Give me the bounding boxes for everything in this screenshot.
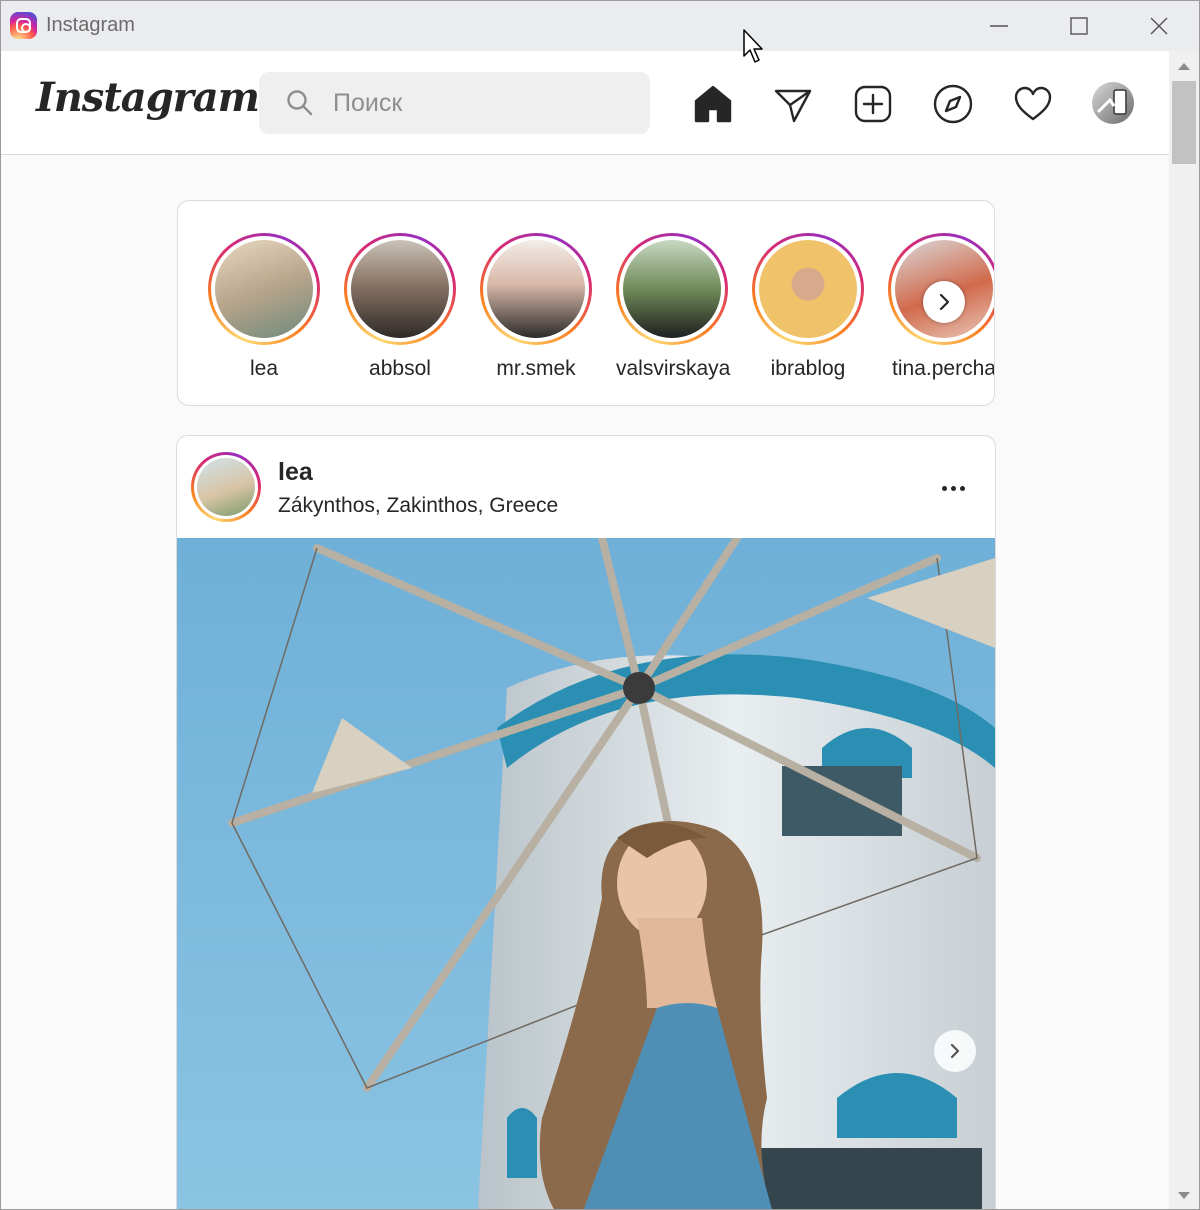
search-box[interactable]: [259, 72, 650, 134]
story-avatar: [351, 240, 449, 338]
story-avatar: [759, 240, 857, 338]
post-location[interactable]: Zákynthos, Zakinthos, Greece: [278, 494, 558, 518]
scroll-thumb[interactable]: [1172, 81, 1196, 164]
post-image[interactable]: [177, 538, 995, 1209]
instagram-app-icon: [10, 12, 37, 39]
story-username: valsvirskaya: [616, 357, 731, 380]
scroll-down-arrow-icon[interactable]: [1178, 1192, 1190, 1199]
post-carousel-next-button[interactable]: [934, 1030, 976, 1072]
story-avatar: [487, 240, 585, 338]
story-item[interactable]: lea: [208, 233, 320, 381]
profile-photo-icon: [1096, 89, 1127, 115]
home-button[interactable]: [691, 82, 735, 126]
search-input[interactable]: [333, 72, 633, 134]
explore-icon: [933, 84, 973, 124]
more-dots-icon: [941, 485, 947, 491]
stories-tray: lea abbsol mr.smek valsvirskaya ibrablog…: [177, 200, 995, 406]
more-options-button[interactable]: [933, 476, 973, 500]
search-icon: [287, 90, 313, 116]
profile-avatar[interactable]: [1092, 82, 1134, 124]
close-button[interactable]: [1129, 1, 1189, 51]
explore-button[interactable]: [931, 82, 975, 126]
direct-messages-button[interactable]: [771, 82, 815, 126]
stories-next-button[interactable]: [923, 281, 965, 323]
windmill-photo: [177, 538, 995, 1209]
title-bar: Instagram: [1, 1, 1199, 51]
minimize-button[interactable]: [969, 1, 1029, 51]
vertical-scrollbar[interactable]: [1169, 51, 1199, 1209]
app-header: Instagram: [1, 51, 1169, 155]
new-post-button[interactable]: [851, 82, 895, 126]
scroll-up-arrow-icon[interactable]: [1178, 63, 1190, 70]
mouse-cursor-icon: [743, 29, 763, 63]
window-title: Instagram: [46, 14, 135, 36]
maximize-button[interactable]: [1049, 1, 1109, 51]
home-icon: [694, 85, 732, 123]
activity-button[interactable]: [1011, 82, 1055, 126]
post-username[interactable]: lea: [278, 458, 313, 487]
instagram-logo[interactable]: Instagram: [36, 74, 260, 121]
minimize-icon: [990, 25, 1008, 27]
story-avatar: [215, 240, 313, 338]
maximize-icon: [1070, 17, 1088, 35]
direct-icon: [774, 89, 812, 123]
story-item[interactable]: ibrablog: [752, 233, 864, 381]
app-window: Instagram Instagram Поиск lea abbsol mr.…: [0, 0, 1200, 1210]
story-username: ibrablog: [770, 357, 846, 380]
story-item[interactable]: mr.smek: [480, 233, 592, 381]
story-item[interactable]: valsvirskaya: [616, 233, 731, 381]
close-icon: [1150, 17, 1168, 35]
story-username: mr.smek: [496, 357, 576, 380]
story-item[interactable]: abbsol: [344, 233, 456, 381]
chevron-right-icon: [939, 293, 950, 311]
feed-post: lea Zákynthos, Zakinthos, Greece: [176, 435, 996, 1209]
new-post-icon: [854, 85, 892, 123]
story-username: lea: [249, 357, 279, 380]
story-username: tina.percha: [892, 357, 995, 380]
heart-icon: [1014, 86, 1052, 121]
story-username: abbsol: [369, 357, 431, 380]
chevron-right-icon: [950, 1043, 960, 1059]
post-author-avatar[interactable]: [191, 452, 261, 522]
story-avatar: [623, 240, 721, 338]
